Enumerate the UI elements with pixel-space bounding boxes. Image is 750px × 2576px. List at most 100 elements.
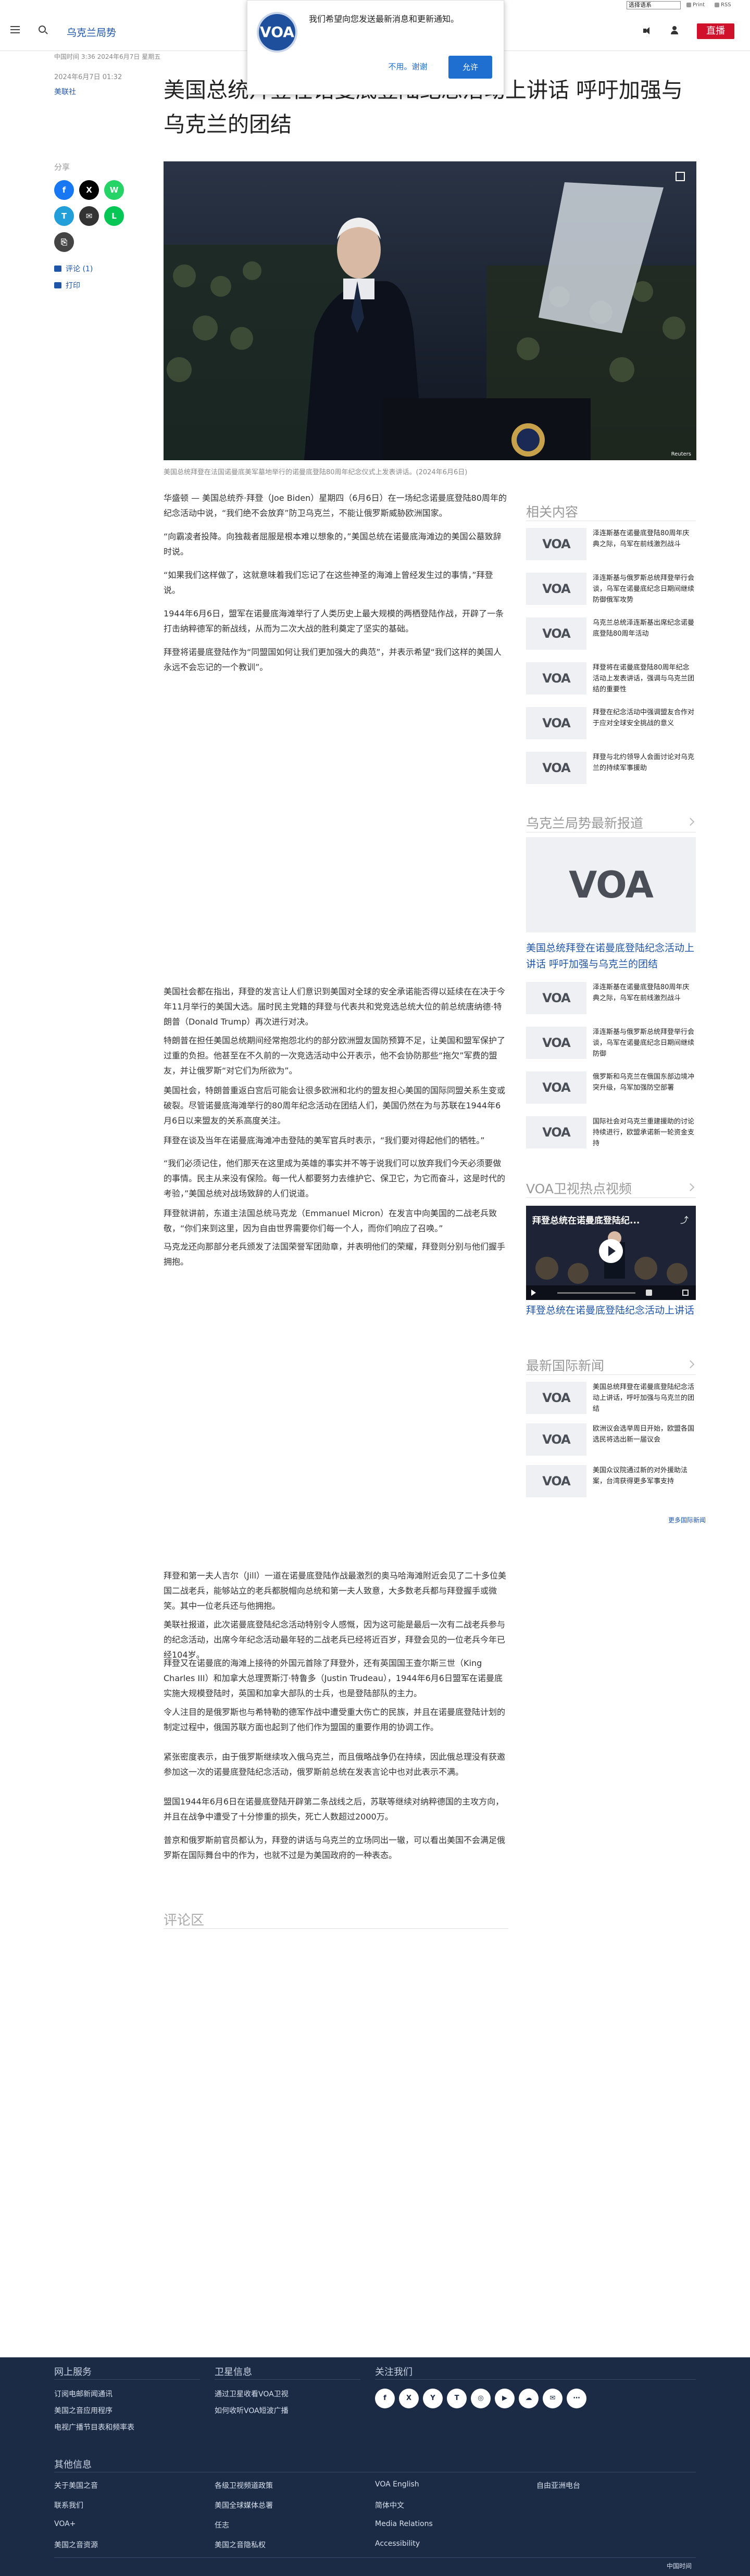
comments-link[interactable]: 评论 (1) xyxy=(54,263,93,274)
footer-bottom-link[interactable]: 中国时间 xyxy=(667,2561,692,2570)
story-thumbnail[interactable]: VOA xyxy=(526,573,586,605)
story-title[interactable]: 美国众议院通过新的对外援助法案，台湾获得更多军事支持 xyxy=(593,1465,696,1487)
sidebar-story[interactable]: VOA 拜登与北约领导人会面讨论对乌克兰的持续军事援助 xyxy=(526,752,696,784)
share-button[interactable]: ⎘ xyxy=(54,232,74,252)
play-button[interactable] xyxy=(599,1239,623,1263)
story-title[interactable]: 国际社会对乌克兰重建援助的讨论持续进行，欧盟承诺新一轮资金支持 xyxy=(593,1116,696,1149)
footer-link[interactable]: 联系我们 xyxy=(54,2500,83,2510)
chevron-right-icon[interactable] xyxy=(686,817,695,826)
footer-link[interactable]: 美国之音资源 xyxy=(54,2540,98,2550)
print-link[interactable]: 打印 xyxy=(54,280,80,291)
story-thumbnail[interactable]: VOA xyxy=(526,1116,586,1148)
story-title[interactable]: 俄罗斯和乌克兰在俄国东部边境冲突升级，乌军加强防空部署 xyxy=(593,1071,696,1093)
footer-link[interactable]: VOA+ xyxy=(54,2520,76,2528)
chevron-right-icon[interactable] xyxy=(686,1183,695,1192)
share-button[interactable]: f xyxy=(54,180,74,200)
sidebar-story[interactable]: VOA 乌克兰总统泽连斯基出席纪念诺曼底登陆80周年活动 xyxy=(526,617,696,650)
story-title[interactable]: 拜登将在诺曼底登陆80周年纪念活动上发表讲话，强调与乌克兰团结的重要性 xyxy=(593,662,696,695)
footer-link[interactable]: 通过卫星收看VOA卫视 xyxy=(215,2389,289,2399)
expand-icon[interactable] xyxy=(676,172,685,181)
footer-link[interactable]: Media Relations xyxy=(375,2520,433,2528)
share-button[interactable]: L xyxy=(104,206,124,226)
footer-link[interactable]: 美国之音隐私权 xyxy=(215,2540,266,2550)
story-thumbnail[interactable]: VOA xyxy=(526,707,586,739)
menu-icon[interactable] xyxy=(10,26,20,33)
byline[interactable]: 美联社 xyxy=(54,86,76,97)
footer-link[interactable]: 关于美国之音 xyxy=(54,2480,98,2491)
footer-link[interactable]: 电视广播节目表和频率表 xyxy=(54,2422,134,2432)
story-title[interactable]: 拜登与北约领导人会面讨论对乌克兰的持续军事援助 xyxy=(593,752,696,774)
story-title[interactable]: 泽连斯基与俄罗斯总统拜登举行会谈，乌军在诺曼底纪念日期间继续防御俄军攻势 xyxy=(593,573,696,605)
share-button[interactable]: W xyxy=(104,180,124,200)
social-icon[interactable]: T xyxy=(447,2389,467,2408)
share-icon[interactable]: ⤴ xyxy=(680,1213,689,1226)
footer-link[interactable]: Accessibility xyxy=(375,2540,420,2548)
chevron-right-icon[interactable] xyxy=(686,1360,695,1369)
footer-link[interactable]: 任志 xyxy=(215,2520,229,2530)
sidebar-story[interactable]: VOA 泽连斯基与俄罗斯总统拜登举行会谈，乌军在诺曼底纪念日期间继续防御 xyxy=(526,1027,696,1059)
story-title[interactable]: 美国总统拜登在诺曼底登陆纪念活动上讲话，呼吁加强与乌克兰的团结 xyxy=(593,1382,696,1415)
language-select[interactable]: 选择语系 xyxy=(627,1,681,9)
story-thumbnail[interactable]: VOA xyxy=(526,982,586,1014)
story-thumbnail[interactable]: VOA xyxy=(526,1423,586,1456)
sidebar-story[interactable]: VOA 美国总统拜登在诺曼底登陆纪念活动上讲话，呼吁加强与乌克兰的团结 xyxy=(526,1382,696,1414)
print-util-link[interactable]: Print xyxy=(686,2,705,8)
story-thumbnail[interactable]: VOA xyxy=(526,1027,586,1059)
story-thumbnail[interactable]: VOA xyxy=(526,1465,586,1497)
story-title[interactable]: 拜登在纪念活动中强调盟友合作对于应对全球安全挑战的意义 xyxy=(593,707,696,729)
feature-thumbnail[interactable]: VOA xyxy=(526,837,696,932)
social-icon[interactable]: ☁ xyxy=(519,2389,539,2408)
sidebar-story[interactable]: VOA 拜登在纪念活动中强调盟友合作对于应对全球安全挑战的意义 xyxy=(526,707,696,739)
allow-button[interactable]: 允许 xyxy=(448,56,492,79)
decline-button[interactable]: 不用。谢谢 xyxy=(379,56,437,78)
section-link[interactable]: 乌克兰局势 xyxy=(67,25,116,39)
story-title[interactable]: 泽连斯基与俄罗斯总统拜登举行会谈，乌军在诺曼底纪念日期间继续防御 xyxy=(593,1027,696,1059)
user-icon[interactable] xyxy=(670,26,679,34)
play-icon[interactable] xyxy=(531,1290,536,1296)
story-thumbnail[interactable]: VOA xyxy=(526,528,586,560)
search-icon[interactable] xyxy=(39,26,46,33)
video-player[interactable]: 拜登总统在诺曼底登陆纪... ⤴ xyxy=(526,1206,696,1300)
footer-link[interactable]: 如何收听VOA短波广播 xyxy=(215,2405,289,2416)
sidebar-story[interactable]: VOA 欧洲议会选举周日开始，欧盟各国选民将选出新一届议会 xyxy=(526,1423,696,1456)
footer-link[interactable]: VOA English xyxy=(375,2480,419,2489)
social-icon[interactable]: ⋯ xyxy=(567,2389,586,2408)
story-title[interactable]: 泽连斯基在诺曼底登陆80周年庆典之际，乌军在前线激烈战斗 xyxy=(593,528,696,550)
more-news-link[interactable]: 更多国际新闻 xyxy=(668,1516,706,1524)
story-thumbnail[interactable]: VOA xyxy=(526,617,586,650)
sidebar-story[interactable]: VOA 泽连斯基与俄罗斯总统拜登举行会谈，乌军在诺曼底纪念日期间继续防御俄军攻势 xyxy=(526,573,696,605)
sidebar-story[interactable]: VOA 美国众议院通过新的对外援助法案，台湾获得更多军事支持 xyxy=(526,1465,696,1497)
share-button[interactable]: X xyxy=(79,180,99,200)
social-icon[interactable]: f xyxy=(375,2389,395,2408)
sidebar-story[interactable]: VOA 国际社会对乌克兰重建援助的讨论持续进行，欧盟承诺新一轮资金支持 xyxy=(526,1116,696,1148)
social-icon[interactable]: ✉ xyxy=(543,2389,562,2408)
share-button[interactable]: ✉ xyxy=(79,206,99,226)
fullscreen-icon[interactable] xyxy=(682,1290,689,1296)
sidebar-story[interactable]: VOA 俄罗斯和乌克兰在俄国东部边境冲突升级，乌军加强防空部署 xyxy=(526,1071,696,1104)
social-icon[interactable]: X xyxy=(399,2389,419,2408)
story-thumbnail[interactable]: VOA xyxy=(526,752,586,784)
footer-link[interactable]: 美国之音应用程序 xyxy=(54,2405,113,2416)
live-button[interactable]: 直播 xyxy=(697,23,734,39)
social-icon[interactable]: Y xyxy=(423,2389,443,2408)
story-title[interactable]: 泽连斯基在诺曼底登陆80周年庆典之际，乌军在前线激烈战斗 xyxy=(593,982,696,1004)
story-title[interactable]: 乌克兰总统泽连斯基出席纪念诺曼底登陆80周年活动 xyxy=(593,617,696,639)
story-title[interactable]: 欧洲议会选举周日开始，欧盟各国选民将选出新一届议会 xyxy=(593,1423,696,1445)
footer-link[interactable]: 各级卫视频道政策 xyxy=(215,2480,273,2491)
social-icon[interactable]: ◎ xyxy=(471,2389,491,2408)
rss-util-link[interactable]: RSS xyxy=(715,2,731,8)
sidebar-story[interactable]: VOA 拜登将在诺曼底登陆80周年纪念活动上发表讲话，强调与乌克兰团结的重要性 xyxy=(526,662,696,694)
feature-headline[interactable]: 美国总统拜登在诺曼底登陆纪念活动上讲话 呼吁加强与乌克兰的团结 xyxy=(526,940,696,973)
story-thumbnail[interactable]: VOA xyxy=(526,1071,586,1104)
sidebar-story[interactable]: VOA 泽连斯基在诺曼底登陆80周年庆典之际，乌军在前线激烈战斗 xyxy=(526,982,696,1014)
sidebar-story[interactable]: VOA 泽连斯基在诺曼底登陆80周年庆典之际，乌军在前线激烈战斗 xyxy=(526,528,696,560)
footer-link[interactable]: 订阅电邮新闻通讯 xyxy=(54,2389,113,2399)
footer-link[interactable]: 简体中文 xyxy=(375,2500,404,2510)
volume-icon[interactable] xyxy=(646,1290,652,1296)
story-thumbnail[interactable]: VOA xyxy=(526,662,586,694)
speaker-icon[interactable] xyxy=(643,27,652,34)
story-thumbnail[interactable]: VOA xyxy=(526,1382,586,1414)
share-button[interactable]: T xyxy=(54,206,74,226)
footer-link[interactable]: 美国全球媒体总署 xyxy=(215,2500,273,2510)
footer-link[interactable]: 自由亚洲电台 xyxy=(536,2480,580,2491)
